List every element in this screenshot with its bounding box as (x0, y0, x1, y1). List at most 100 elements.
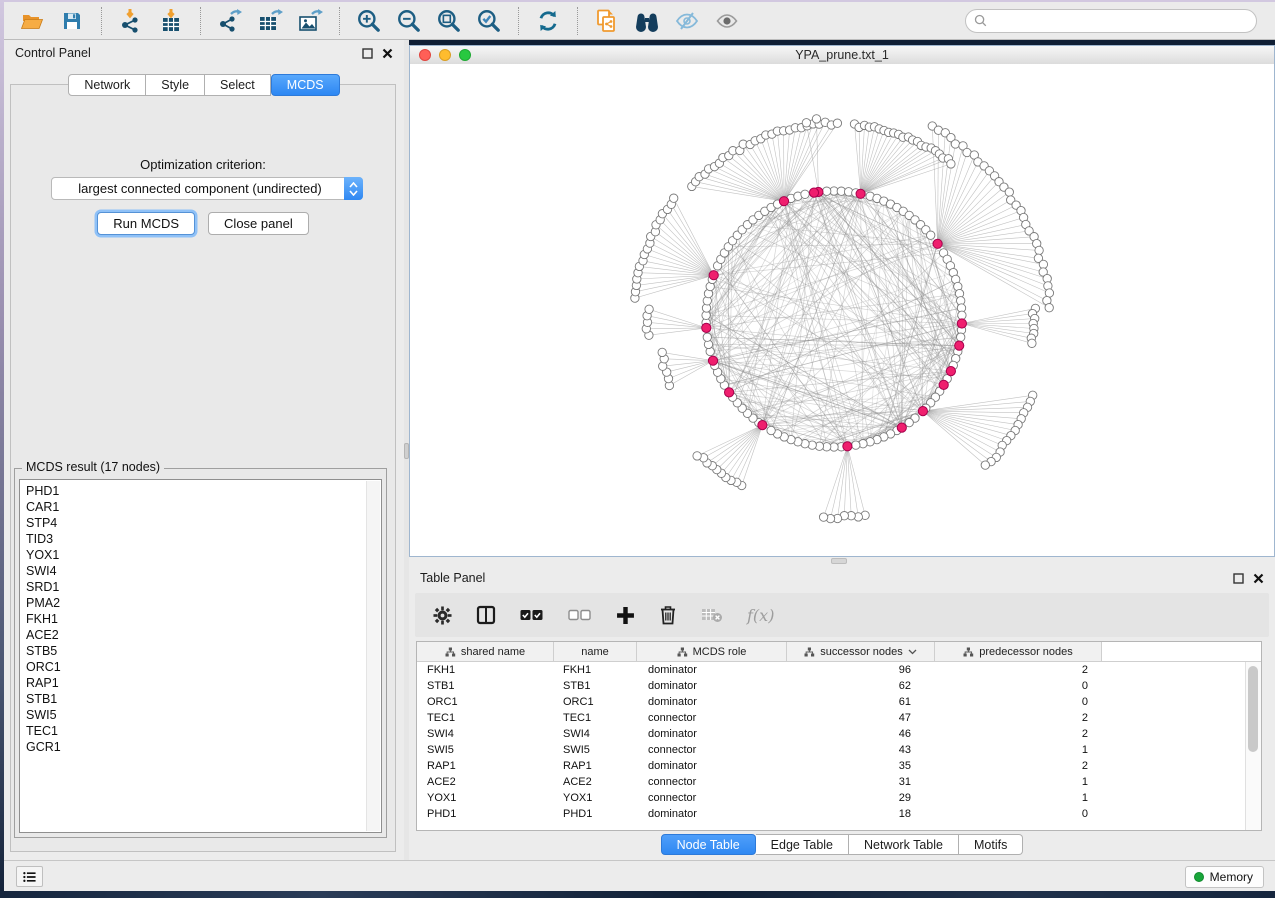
mcds-result-item[interactable]: SWI5 (26, 707, 381, 723)
import-table-button[interactable] (153, 6, 189, 36)
table-row[interactable]: TEC1TEC1connector472 (417, 710, 1261, 726)
table-cell[interactable]: RAP1 (554, 760, 637, 772)
table-row[interactable]: YOX1YOX1connector291 (417, 790, 1261, 806)
table-cell[interactable]: YOX1 (417, 792, 554, 804)
table-cell[interactable]: 62 (787, 680, 935, 692)
table-row[interactable]: STB1STB1dominator620 (417, 678, 1261, 694)
table-cell[interactable]: 1 (935, 776, 1102, 788)
close-panel-button[interactable]: Close panel (208, 212, 309, 235)
float-panel-icon[interactable] (362, 48, 373, 59)
table-cell[interactable]: 2 (935, 760, 1102, 772)
table-cell[interactable]: connector (637, 776, 787, 788)
zoom-in-button[interactable] (351, 6, 387, 36)
table-cell[interactable]: dominator (637, 728, 787, 740)
table-row[interactable]: SWI5SWI5connector431 (417, 742, 1261, 758)
mcds-result-item[interactable]: CAR1 (26, 499, 381, 515)
mcds-result-item[interactable]: TEC1 (26, 723, 381, 739)
mcds-result-item[interactable]: YOX1 (26, 547, 381, 563)
table-cell[interactable]: 96 (787, 664, 935, 676)
import-network-button[interactable] (113, 6, 149, 36)
table-cell[interactable]: ORC1 (554, 696, 637, 708)
table-cell[interactable]: TEC1 (554, 712, 637, 724)
mcds-result-item[interactable]: STP4 (26, 515, 381, 531)
table-scrollbar-thumb[interactable] (1248, 666, 1258, 752)
tab-node-table[interactable]: Node Table (661, 834, 756, 855)
show-hide-panels-button[interactable] (669, 6, 705, 36)
zoom-fit-button[interactable] (431, 6, 467, 36)
table-cell[interactable]: ACE2 (554, 776, 637, 788)
table-cell[interactable]: 0 (935, 696, 1102, 708)
function-builder-button[interactable]: f(x) (747, 606, 774, 625)
table-cell[interactable]: ORC1 (417, 696, 554, 708)
table-cell[interactable]: connector (637, 744, 787, 756)
float-panel-icon[interactable] (1233, 573, 1244, 584)
mcds-result-item[interactable]: SWI4 (26, 563, 381, 579)
mcds-result-item[interactable]: TID3 (26, 531, 381, 547)
table-cell[interactable]: 35 (787, 760, 935, 772)
table-cell[interactable]: 29 (787, 792, 935, 804)
table-cell[interactable]: FKH1 (417, 664, 554, 676)
table-cell[interactable]: STB1 (417, 680, 554, 692)
table-cell[interactable]: PHD1 (554, 808, 637, 820)
zoom-selected-button[interactable] (471, 6, 507, 36)
add-column-button[interactable] (616, 606, 635, 625)
table-scrollbar[interactable] (1245, 662, 1261, 830)
search-input[interactable] (993, 13, 1248, 29)
eye-button[interactable] (709, 6, 745, 36)
table-cell[interactable]: YOX1 (554, 792, 637, 804)
table-cell[interactable]: connector (637, 712, 787, 724)
table-cell[interactable]: dominator (637, 808, 787, 820)
column-header-predecessor-nodes[interactable]: predecessor nodes (935, 642, 1102, 661)
tab-motifs[interactable]: Motifs (959, 834, 1023, 855)
splitter-handle[interactable] (831, 558, 847, 564)
minimize-window-icon[interactable] (439, 49, 451, 61)
table-cell[interactable]: 2 (935, 664, 1102, 676)
tab-edge-table[interactable]: Edge Table (756, 834, 849, 855)
table-cell[interactable]: 61 (787, 696, 935, 708)
mcds-result-item[interactable]: STB5 (26, 643, 381, 659)
table-row[interactable]: SWI4SWI4dominator462 (417, 726, 1261, 742)
close-panel-icon[interactable] (382, 48, 393, 59)
table-cell[interactable]: connector (637, 792, 787, 804)
save-session-button[interactable] (54, 6, 90, 36)
close-panel-icon[interactable] (1253, 573, 1264, 584)
table-cell[interactable]: STB1 (554, 680, 637, 692)
tab-style[interactable]: Style (146, 74, 205, 96)
horizontal-splitter[interactable] (409, 557, 1275, 565)
table-cell[interactable]: TEC1 (417, 712, 554, 724)
export-table-button[interactable] (252, 6, 288, 36)
table-row[interactable]: PHD1PHD1dominator180 (417, 806, 1261, 822)
table-cell[interactable]: 0 (935, 680, 1102, 692)
network-titlebar[interactable]: YPA_prune.txt_1 (410, 46, 1274, 65)
criterion-dropdown[interactable]: largest connected component (undirected) (51, 177, 363, 200)
table-cell[interactable]: SWI5 (417, 744, 554, 756)
mcds-result-item[interactable]: PMA2 (26, 595, 381, 611)
maximize-window-icon[interactable] (459, 49, 471, 61)
network-search-box[interactable] (965, 9, 1257, 33)
copy-network-view-button[interactable] (589, 6, 625, 36)
memory-status-button[interactable]: Memory (1185, 866, 1264, 888)
table-row[interactable]: RAP1RAP1dominator352 (417, 758, 1261, 774)
mcds-result-item[interactable]: STB1 (26, 691, 381, 707)
table-cell[interactable]: 2 (935, 712, 1102, 724)
mcds-list-scrollbar[interactable] (366, 481, 380, 831)
table-cell[interactable]: 2 (935, 728, 1102, 740)
column-header-name[interactable]: name (554, 642, 637, 661)
tab-select[interactable]: Select (205, 74, 271, 96)
table-cell[interactable]: SWI5 (554, 744, 637, 756)
delete-column-button[interactable] (659, 605, 677, 625)
zoom-out-button[interactable] (391, 6, 427, 36)
mcds-result-item[interactable]: FKH1 (26, 611, 381, 627)
table-cell[interactable]: SWI4 (554, 728, 637, 740)
table-cell[interactable]: RAP1 (417, 760, 554, 772)
table-row[interactable]: ORC1ORC1dominator610 (417, 694, 1261, 710)
table-cell[interactable]: 1 (935, 744, 1102, 756)
table-cell[interactable]: 0 (935, 808, 1102, 820)
close-window-icon[interactable] (419, 49, 431, 61)
column-header-MCDS-role[interactable]: MCDS role (637, 642, 787, 661)
refresh-view-button[interactable] (530, 6, 566, 36)
mcds-result-list[interactable]: PHD1CAR1STP4TID3YOX1SWI4SRD1PMA2FKH1ACE2… (19, 479, 382, 833)
table-cell[interactable]: 43 (787, 744, 935, 756)
table-cell[interactable]: FKH1 (554, 664, 637, 676)
network-canvas[interactable] (410, 64, 1275, 557)
